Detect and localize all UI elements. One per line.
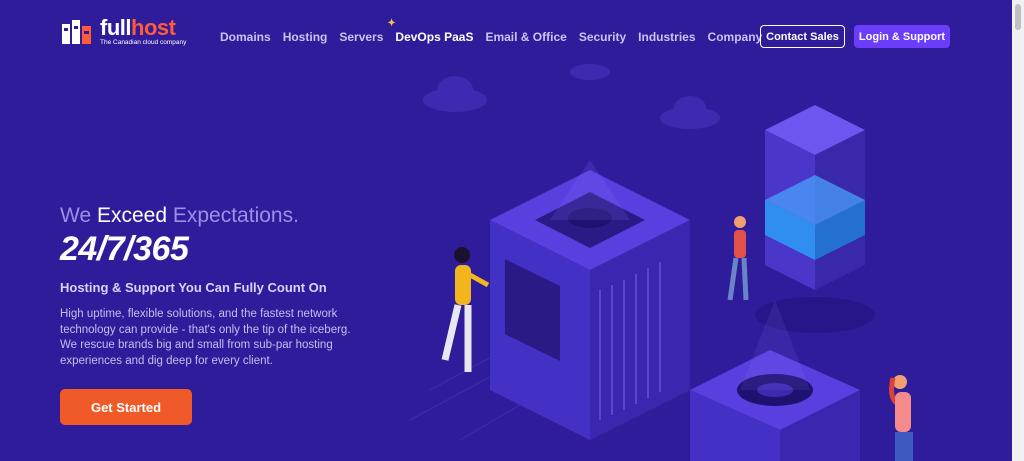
hero-big-text: 24/7/365 — [60, 230, 189, 268]
page: fullhost The Canadian cloud company Doma… — [0, 0, 1012, 461]
cloud-icon — [423, 64, 720, 129]
nav-item-company[interactable]: Company — [708, 30, 763, 44]
logo-wordmark: fullhost — [100, 15, 176, 40]
main-nav: Domains Hosting Servers ✦ DevOps PaaS Ema… — [220, 18, 774, 44]
logo-tagline: The Canadian cloud company — [100, 39, 187, 46]
scrollbar-thumb[interactable] — [1015, 4, 1021, 30]
person-left — [441, 247, 490, 372]
person-middle — [727, 216, 749, 301]
hero-subheading: Hosting & Support You Can Fully Count On — [60, 280, 327, 295]
nav-item-security[interactable]: Security — [579, 30, 626, 44]
hero-description: High uptime, flexible solutions, and the… — [60, 308, 351, 367]
hero-section: We Exceed Expectations. 24/7/365 Hosting… — [60, 204, 370, 369]
page-scrollbar[interactable] — [1012, 0, 1024, 461]
nav-item-industries[interactable]: Industries — [638, 30, 695, 44]
login-support-button[interactable]: Login & Support — [854, 25, 950, 48]
nav-item-servers[interactable]: Servers — [339, 30, 383, 44]
nav-item-devops-paas[interactable]: ✦ DevOps PaaS — [387, 18, 473, 44]
get-started-button[interactable]: Get Started — [60, 389, 192, 425]
datacenter-illustration — [400, 60, 1012, 461]
nav-item-hosting[interactable]: Hosting — [283, 30, 328, 44]
tower-server — [755, 105, 875, 333]
logo[interactable]: fullhost The Canadian cloud company — [60, 17, 186, 47]
nav-item-domains[interactable]: Domains — [220, 30, 271, 44]
fullhost-logo-icon — [60, 18, 94, 46]
nav-item-email-office[interactable]: Email & Office — [485, 30, 566, 44]
contact-sales-button[interactable]: Contact Sales — [760, 25, 845, 48]
sparkle-icon: ✦ — [387, 18, 396, 29]
person-right — [889, 375, 913, 461]
hero-headline: We Exceed Expectations. — [60, 204, 299, 227]
main-server-cube — [490, 160, 690, 440]
